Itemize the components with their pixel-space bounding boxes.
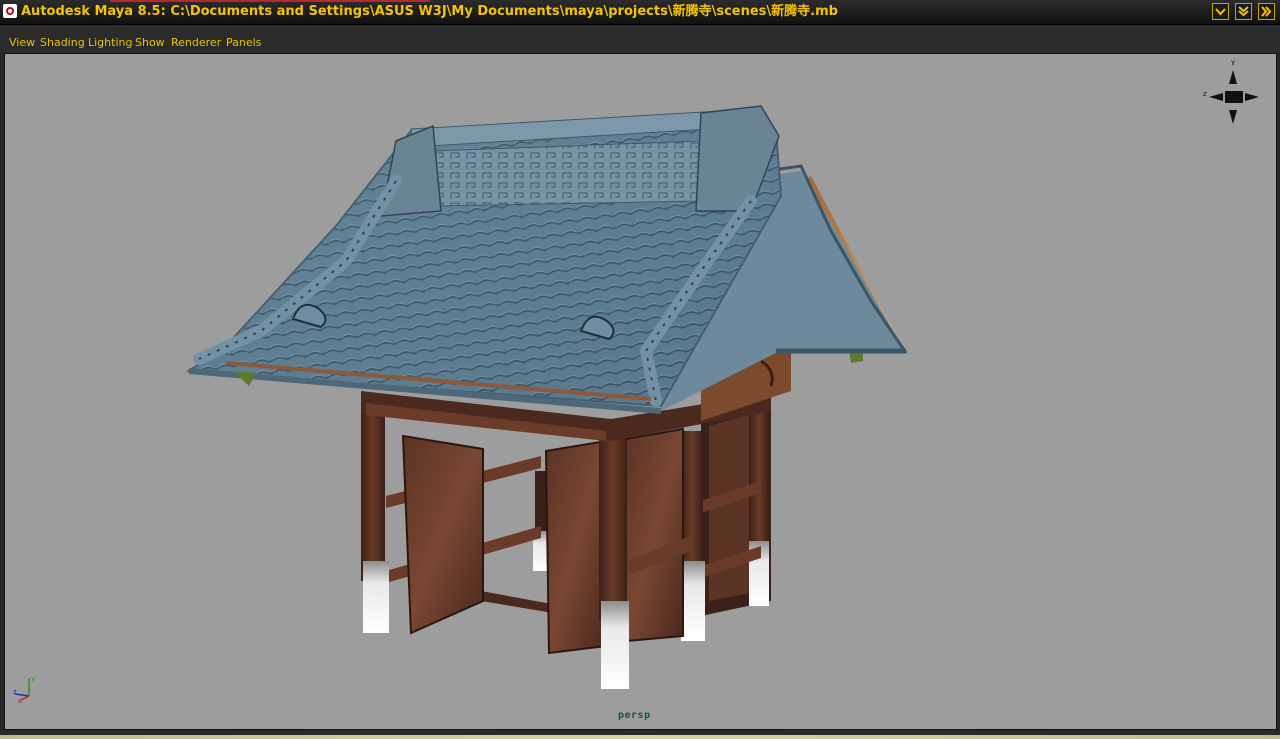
camera-label: persp bbox=[618, 710, 651, 721]
y-axis-label: y bbox=[31, 675, 35, 683]
compass-arrow-right[interactable] bbox=[1245, 93, 1259, 101]
view-compass[interactable]: y z bbox=[1203, 58, 1263, 128]
menu-show[interactable]: Show bbox=[135, 36, 165, 50]
title-bar[interactable]: Autodesk Maya 8.5: C:\Documents and Sett… bbox=[0, 0, 1280, 25]
compass-arrow-left[interactable] bbox=[1209, 93, 1223, 101]
compass-arrow-up[interactable] bbox=[1229, 70, 1237, 84]
panel-menu-bar: View Shading Lighting Show Renderer Pane… bbox=[0, 25, 1280, 53]
compass-arrow-down[interactable] bbox=[1229, 110, 1237, 124]
corner-post-base bbox=[601, 601, 629, 689]
window-title: Autodesk Maya 8.5: C:\Documents and Sett… bbox=[21, 4, 838, 19]
menu-view[interactable]: View bbox=[9, 36, 35, 50]
maya-logo-icon[interactable] bbox=[3, 4, 17, 18]
left-front-post bbox=[361, 401, 385, 581]
compass-y-label: y bbox=[1231, 58, 1235, 66]
left-front-post-base bbox=[363, 561, 389, 633]
front-door-left bbox=[544, 439, 607, 655]
x-axis-line bbox=[20, 695, 30, 701]
chevron-down-icon bbox=[1215, 8, 1226, 16]
menu-renderer[interactable]: Renderer bbox=[171, 36, 221, 50]
ridge-frieze bbox=[432, 140, 702, 207]
menu-shading[interactable]: Shading bbox=[40, 36, 85, 50]
double-chevron-down-icon bbox=[1238, 6, 1249, 17]
menu-lighting[interactable]: Lighting bbox=[88, 36, 132, 50]
compass-z-label: z bbox=[1203, 90, 1207, 98]
right-mid-post-base bbox=[681, 561, 705, 641]
menu-panels[interactable]: Panels bbox=[226, 36, 261, 50]
close-button[interactable] bbox=[1258, 3, 1275, 20]
minimize-button[interactable] bbox=[1212, 3, 1229, 20]
perspective-viewport[interactable]: persp y z y z x bbox=[4, 53, 1277, 730]
title-accent-line bbox=[110, 0, 430, 2]
maya-window: Autodesk Maya 8.5: C:\Documents and Sett… bbox=[0, 0, 1280, 739]
bottom-strip bbox=[0, 735, 1280, 739]
double-chevron-right-icon bbox=[1261, 6, 1272, 17]
maximize-button[interactable] bbox=[1235, 3, 1252, 20]
pavilion-model[interactable] bbox=[5, 54, 1276, 729]
compass-cube[interactable] bbox=[1225, 91, 1243, 103]
eave-moss bbox=[233, 371, 256, 386]
corner-post bbox=[599, 421, 627, 621]
z-axis-line bbox=[14, 693, 30, 697]
z-axis-label: z bbox=[13, 688, 17, 696]
front-door-right bbox=[625, 427, 684, 643]
axis-gizmo: y z x bbox=[13, 675, 35, 704]
left-ridge-ornament bbox=[380, 124, 442, 217]
left-door bbox=[401, 434, 484, 635]
x-axis-label: x bbox=[18, 697, 22, 704]
